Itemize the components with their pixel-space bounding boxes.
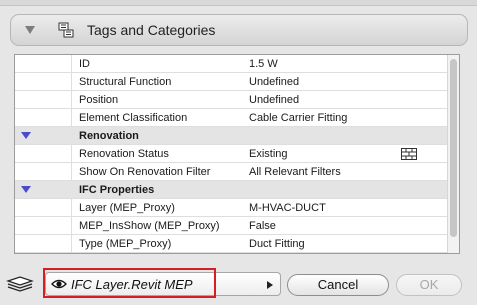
layer-highlight-box bbox=[43, 268, 216, 298]
property-row[interactable]: Layer (MEP_Proxy) M-HVAC-DUCT bbox=[15, 199, 447, 217]
property-row[interactable]: Structural Function Undefined bbox=[15, 73, 447, 91]
property-value[interactable]: Duct Fitting bbox=[249, 238, 305, 250]
property-value[interactable]: Existing bbox=[249, 148, 288, 160]
panel-title: Tags and Categories bbox=[87, 22, 216, 38]
section-collapse-triangle-icon[interactable] bbox=[21, 132, 31, 139]
property-name: Show On Renovation Filter bbox=[79, 166, 211, 178]
row-gutter bbox=[15, 55, 72, 72]
section-collapse-triangle-icon[interactable] bbox=[21, 186, 31, 193]
dialog-top-strip bbox=[0, 0, 477, 6]
ok-button[interactable]: OK bbox=[396, 274, 462, 296]
property-value[interactable]: Undefined bbox=[249, 76, 299, 88]
section-label: IFC Properties bbox=[79, 184, 155, 196]
property-value[interactable]: Cable Carrier Fitting bbox=[249, 112, 347, 124]
row-gutter bbox=[15, 163, 72, 180]
section-label: Renovation bbox=[79, 130, 139, 142]
property-value[interactable]: Undefined bbox=[249, 94, 299, 106]
property-row[interactable]: Element Classification Cable Carrier Fitt… bbox=[15, 109, 447, 127]
property-name: Element Classification bbox=[79, 112, 188, 124]
brick-wall-icon bbox=[401, 148, 417, 163]
property-name: MEP_InsShow (MEP_Proxy) bbox=[79, 220, 220, 232]
row-gutter bbox=[15, 109, 72, 126]
row-gutter bbox=[15, 145, 72, 162]
property-name: Renovation Status bbox=[79, 148, 169, 160]
properties-table[interactable]: ID 1.5 W Structural Function Undefined Posit… bbox=[14, 54, 460, 254]
cancel-button[interactable]: Cancel bbox=[287, 274, 389, 296]
row-gutter bbox=[15, 73, 72, 90]
property-name: Position bbox=[79, 94, 119, 106]
section-row[interactable]: Renovation bbox=[15, 127, 447, 145]
row-gutter bbox=[15, 235, 72, 252]
property-name: Layer (MEP_Proxy) bbox=[79, 202, 175, 214]
vertical-scrollbar[interactable] bbox=[447, 55, 459, 253]
tags-categories-panel-header[interactable]: Tags and Categories bbox=[10, 14, 468, 46]
property-value[interactable]: M-HVAC-DUCT bbox=[249, 202, 326, 214]
disclosure-triangle-icon[interactable] bbox=[25, 26, 35, 34]
property-row[interactable]: Show On Renovation Filter All Relevant Fi… bbox=[15, 163, 447, 181]
property-row[interactable]: Renovation Status Existing bbox=[15, 145, 447, 163]
property-row[interactable]: Position Undefined bbox=[15, 91, 447, 109]
property-value[interactable]: All Relevant Filters bbox=[249, 166, 341, 178]
property-name: Structural Function bbox=[79, 76, 172, 88]
section-row[interactable]: IFC Properties bbox=[15, 181, 447, 199]
property-name: ID bbox=[79, 58, 90, 70]
property-row[interactable]: MEP_InsShow (MEP_Proxy) False bbox=[15, 217, 447, 235]
row-gutter bbox=[15, 199, 72, 216]
property-row[interactable]: Type (MEP_Proxy) Duct Fitting bbox=[15, 235, 447, 253]
property-row[interactable]: ID 1.5 W bbox=[15, 55, 447, 73]
scrollbar-thumb[interactable] bbox=[450, 59, 457, 237]
property-value[interactable]: 1.5 W bbox=[249, 58, 278, 70]
tag-list-icon bbox=[57, 21, 75, 39]
layers-stack-icon bbox=[6, 275, 34, 296]
property-name: Type (MEP_Proxy) bbox=[79, 238, 172, 250]
row-gutter bbox=[15, 217, 72, 234]
row-gutter bbox=[15, 91, 72, 108]
property-value[interactable]: False bbox=[249, 220, 276, 232]
dropdown-arrow-icon[interactable] bbox=[267, 281, 273, 289]
